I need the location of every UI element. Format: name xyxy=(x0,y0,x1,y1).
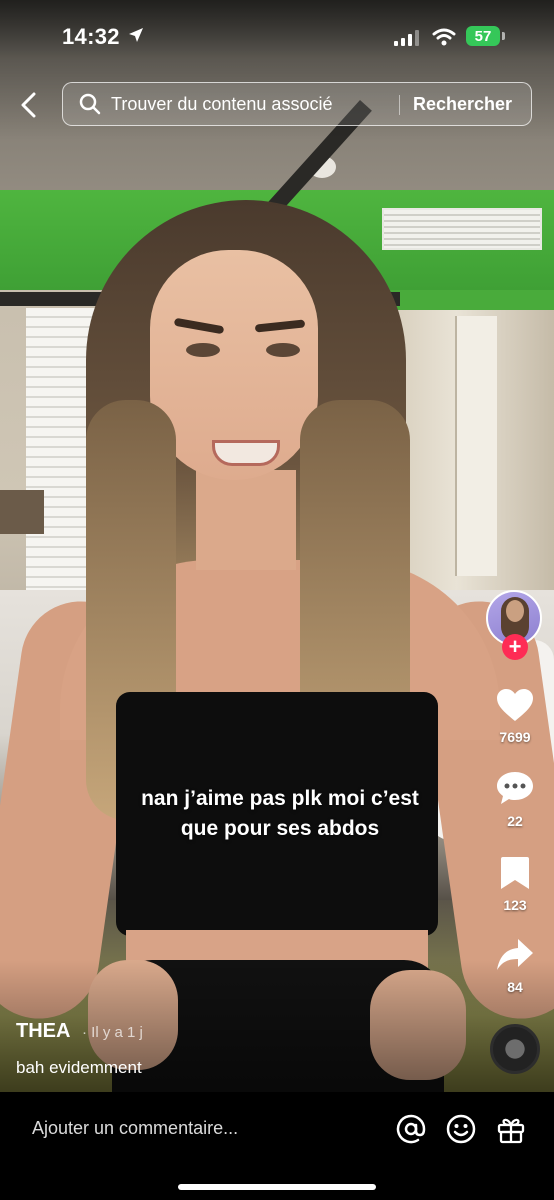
at-icon[interactable] xyxy=(396,1114,426,1149)
search-placeholder[interactable]: Trouver du contenu associé xyxy=(111,94,332,115)
back-icon xyxy=(21,92,36,118)
like-button[interactable]: 7699 xyxy=(484,688,546,745)
caption-line: que pour ses abdos xyxy=(180,817,380,840)
avatar-face xyxy=(506,600,524,622)
gift-icon[interactable] xyxy=(496,1114,526,1149)
search-bar[interactable]: Trouver du contenu associé Rechercher xyxy=(62,82,532,126)
location-arrow-icon xyxy=(128,27,144,48)
video-player[interactable] xyxy=(0,0,554,1092)
post-description[interactable]: bah evidemment xyxy=(16,1058,142,1078)
music-disc[interactable] xyxy=(490,1024,540,1074)
heart-icon xyxy=(497,689,533,721)
scene-lamp xyxy=(0,490,44,534)
comment-input[interactable]: Ajouter un commentaire... xyxy=(32,1118,238,1139)
comment-icon xyxy=(497,772,533,804)
search-divider xyxy=(399,95,400,115)
person-mouth xyxy=(212,440,280,466)
wifi-icon xyxy=(432,28,456,51)
save-button[interactable]: 123 xyxy=(484,856,546,913)
post-time: · Il y a 1 j xyxy=(82,1024,143,1041)
comment-count: 22 xyxy=(507,813,523,829)
follow-button[interactable]: + xyxy=(502,634,528,660)
share-button[interactable]: 84 xyxy=(484,938,546,995)
author-name[interactable]: THEA xyxy=(16,1020,70,1043)
video-caption: nan j’aime pas plk moi c’est que pour se… xyxy=(100,784,460,844)
status-time: 14:32 xyxy=(62,24,120,49)
screen: 14:32 57 Trouver du contenu associé Rech… xyxy=(0,0,554,1200)
search-icon xyxy=(79,93,101,120)
back-button[interactable] xyxy=(14,88,44,122)
share-count: 84 xyxy=(507,979,523,995)
battery-indicator: 57 xyxy=(466,26,500,46)
like-count: 7699 xyxy=(499,729,531,745)
search-button[interactable]: Rechercher xyxy=(413,94,512,115)
scene-vent xyxy=(382,208,542,250)
caption-line: nan j’aime pas plk moi c’est xyxy=(141,787,419,810)
save-count: 123 xyxy=(503,897,527,913)
person-eye xyxy=(186,343,220,357)
person-neck xyxy=(196,470,296,570)
scene-door xyxy=(455,316,497,576)
share-icon xyxy=(497,939,533,970)
signal-icon xyxy=(394,30,420,51)
person-eye xyxy=(266,343,300,357)
comment-button[interactable]: 22 xyxy=(484,770,546,829)
emoji-icon[interactable] xyxy=(446,1114,476,1149)
bookmark-icon xyxy=(501,857,529,889)
status-bar: 14:32 57 xyxy=(0,0,554,70)
home-indicator[interactable] xyxy=(178,1184,376,1190)
battery-nub xyxy=(502,32,505,40)
